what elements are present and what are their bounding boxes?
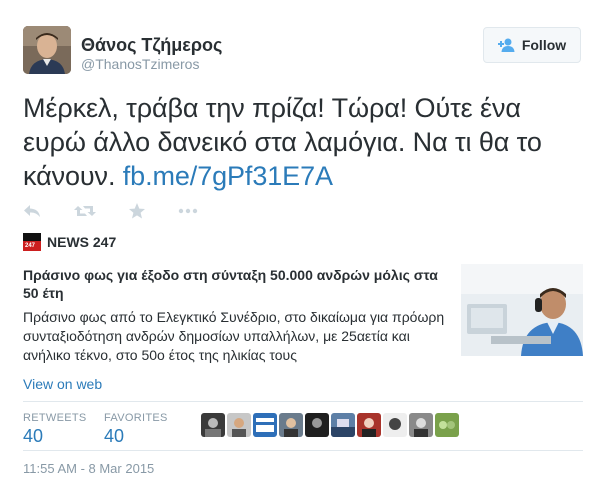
favorite-star-icon[interactable] — [126, 202, 148, 220]
favoriter-avatar[interactable] — [279, 413, 303, 437]
view-on-web-link[interactable]: View on web — [23, 376, 102, 392]
stats-top-divider — [23, 401, 583, 402]
card-source[interactable]: 247 NEWS 247 — [23, 233, 116, 251]
favoriter-avatar[interactable] — [227, 413, 251, 437]
author-avatar[interactable] — [23, 26, 71, 74]
tweet-text: Μέρκελ, τράβα την πρίζα! Τώρα! Ούτε ένα … — [23, 91, 583, 193]
reply-icon[interactable] — [21, 202, 43, 220]
follow-button-label: Follow — [521, 37, 567, 53]
favorites-count[interactable]: 40 — [104, 426, 124, 447]
more-dots-icon[interactable] — [177, 202, 199, 220]
retweet-icon[interactable] — [74, 202, 96, 220]
card-title[interactable]: Πράσινο φως για έξοδο στη σύνταξη 50.000… — [23, 266, 443, 302]
tweet-link[interactable]: fb.me/7gPf31E7A — [123, 161, 333, 191]
favoriter-avatar[interactable] — [331, 413, 355, 437]
favoriter-avatar[interactable] — [201, 413, 225, 437]
follow-button[interactable]: Follow — [483, 27, 581, 63]
card-source-name: NEWS 247 — [47, 234, 117, 250]
favoriter-avatar[interactable] — [357, 413, 381, 437]
tweet-timestamp[interactable]: 11:55 AM - 8 Mar 2015 — [23, 461, 154, 476]
card-description: Πράσινο φως από το Ελεγκτικό Συνέδριο, σ… — [23, 309, 445, 363]
favoriter-avatar[interactable] — [383, 413, 407, 437]
author-handle[interactable]: @ThanosTzimeros — [81, 56, 199, 72]
follow-person-plus-icon — [497, 38, 516, 52]
favoriter-avatar[interactable] — [435, 413, 459, 437]
news247-logo-icon: 247 — [23, 233, 41, 251]
news247-logo-text: 247 — [25, 243, 36, 249]
stats-bottom-divider — [23, 450, 583, 451]
card-image[interactable] — [461, 264, 583, 356]
favorites-label: FAVORITES — [104, 412, 168, 424]
favoriter-avatar[interactable] — [305, 413, 329, 437]
favoriter-avatar[interactable] — [409, 413, 433, 437]
retweets-label: RETWEETS — [23, 412, 87, 424]
author-name[interactable]: Θάνος Τζήμερος — [81, 35, 222, 56]
favoriters-list — [201, 413, 459, 437]
favoriter-avatar[interactable] — [253, 413, 277, 437]
retweets-count[interactable]: 40 — [23, 426, 43, 447]
